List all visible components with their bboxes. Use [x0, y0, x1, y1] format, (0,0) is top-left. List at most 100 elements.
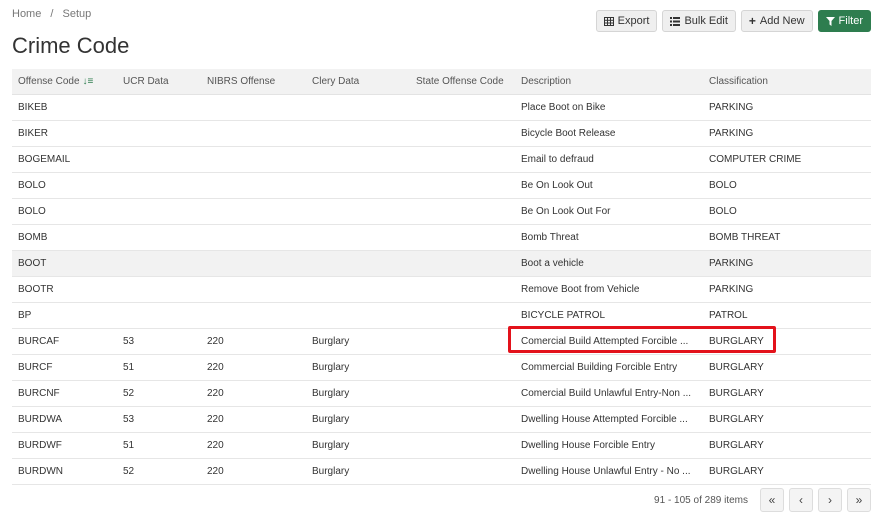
- table-row[interactable]: BURCF 51 220 Burglary Commercial Building Fo…: [12, 354, 871, 381]
- table-header-row: Offense Code ↓≡ UCR Data NIBRS Offense Cl…: [12, 69, 871, 95]
- cell-clery-data: [306, 94, 410, 121]
- cell-nibrs-offense: [201, 250, 306, 277]
- cell-offense-code: BURCNF: [12, 380, 117, 407]
- cell-ucr-data: 53: [117, 328, 201, 355]
- cell-nibrs-offense: [201, 224, 306, 251]
- cell-offense-code: BURDWF: [12, 432, 117, 459]
- column-header-nibrs-offense[interactable]: NIBRS Offense: [201, 69, 306, 95]
- table-row[interactable]: BURDWA 53 220 Burglary Dwelling House Attemp…: [12, 406, 871, 433]
- cell-nibrs-offense: [201, 172, 306, 199]
- cell-nibrs-offense: 220: [201, 380, 306, 407]
- cell-description: Dwelling House Forcible Entry: [515, 432, 703, 459]
- cell-clery-data: [306, 302, 410, 329]
- cell-state-offense-code: [410, 380, 515, 407]
- breadcrumb-separator: /: [50, 8, 54, 20]
- table-row[interactable]: BIKEB Place Boot on Bike PARKING: [12, 94, 871, 121]
- cell-state-offense-code: [410, 354, 515, 381]
- table-row[interactable]: BURCNF 52 220 Burglary Comercial Build Unlaw…: [12, 380, 871, 407]
- list-icon: [670, 16, 681, 26]
- pagination: 91 - 105 of 289 items « ‹ › »: [654, 488, 871, 512]
- table-row[interactable]: BURCAF 53 220 Burglary Comercial Build Attem…: [12, 328, 871, 355]
- column-header-description[interactable]: Description: [515, 69, 703, 95]
- cell-offense-code: BURCF: [12, 354, 117, 381]
- cell-nibrs-offense: [201, 276, 306, 303]
- filter-button[interactable]: Filter: [817, 10, 871, 32]
- cell-classification: PARKING: [703, 276, 871, 303]
- table-icon: [603, 16, 614, 26]
- cell-state-offense-code: [410, 120, 515, 147]
- cell-ucr-data: 51: [117, 432, 201, 459]
- table-row[interactable]: BURDWF 51 220 Burglary Dwelling House Forcib…: [12, 432, 871, 459]
- cell-description: Be On Look Out For: [515, 198, 703, 225]
- sort-ascending-icon[interactable]: ↓≡: [83, 76, 94, 87]
- cell-offense-code: BOOT: [12, 250, 117, 277]
- breadcrumb-home[interactable]: Home: [12, 8, 41, 20]
- cell-description: Bomb Threat: [515, 224, 703, 251]
- cell-clery-data: Burglary: [306, 380, 410, 407]
- cell-ucr-data: [117, 146, 201, 173]
- table-row[interactable]: BURDWN 52 220 Burglary Dwelling House Unlawf…: [12, 458, 871, 485]
- next-page-button[interactable]: ›: [818, 488, 842, 512]
- cell-classification: BURGLARY: [703, 458, 871, 485]
- breadcrumb-current[interactable]: Setup: [63, 8, 92, 20]
- cell-description: BICYCLE PATROL: [515, 302, 703, 329]
- cell-ucr-data: [117, 198, 201, 225]
- column-header-state-offense-code[interactable]: State Offense Code: [410, 69, 515, 95]
- cell-state-offense-code: [410, 328, 515, 355]
- cell-clery-data: [306, 250, 410, 277]
- table-row[interactable]: BP BICYCLE PATROL PATROL: [12, 302, 871, 329]
- cell-description: Bicycle Boot Release: [515, 120, 703, 147]
- bulk-edit-button[interactable]: Bulk Edit: [662, 10, 736, 32]
- toolbar: Export Bulk Edit + Add New Filter: [595, 10, 871, 32]
- add-new-label: Add New: [759, 15, 805, 27]
- cell-state-offense-code: [410, 406, 515, 433]
- cell-description: Email to defraud: [515, 146, 703, 173]
- cell-offense-code: BIKEB: [12, 94, 117, 121]
- cell-offense-code: BURCAF: [12, 328, 117, 355]
- first-page-button[interactable]: «: [760, 488, 784, 512]
- add-new-button[interactable]: + Add New: [740, 10, 813, 32]
- table-row[interactable]: BOOT Boot a vehicle PARKING: [12, 250, 871, 277]
- cell-ucr-data: [117, 224, 201, 251]
- cell-offense-code: BIKER: [12, 120, 117, 147]
- cell-nibrs-offense: [201, 302, 306, 329]
- table-row[interactable]: BOOTR Remove Boot from Vehicle PARKING: [12, 276, 871, 303]
- column-header-clery-data[interactable]: Clery Data: [306, 69, 410, 95]
- cell-state-offense-code: [410, 198, 515, 225]
- column-header-offense-code[interactable]: Offense Code ↓≡: [12, 69, 117, 95]
- cell-classification: BURGLARY: [703, 354, 871, 381]
- cell-classification: COMPUTER CRIME: [703, 146, 871, 173]
- column-header-classification[interactable]: Classification: [703, 69, 871, 95]
- plus-icon: +: [748, 14, 756, 28]
- cell-description: Place Boot on Bike: [515, 94, 703, 121]
- cell-ucr-data: [117, 120, 201, 147]
- cell-offense-code: BURDWA: [12, 406, 117, 433]
- cell-clery-data: [306, 146, 410, 173]
- cell-classification: PARKING: [703, 250, 871, 277]
- funnel-icon: [825, 16, 835, 26]
- table-row[interactable]: BIKER Bicycle Boot Release PARKING: [12, 120, 871, 147]
- cell-clery-data: Burglary: [306, 458, 410, 485]
- cell-state-offense-code: [410, 224, 515, 251]
- cell-description: Dwelling House Unlawful Entry - No ...: [515, 458, 703, 485]
- cell-description: Remove Boot from Vehicle: [515, 276, 703, 303]
- table-row[interactable]: BOLO Be On Look Out BOLO: [12, 172, 871, 199]
- cell-ucr-data: 53: [117, 406, 201, 433]
- page-title: Crime Code: [12, 33, 130, 58]
- cell-clery-data: [306, 172, 410, 199]
- previous-page-button[interactable]: ‹: [789, 488, 813, 512]
- cell-nibrs-offense: [201, 120, 306, 147]
- column-header-ucr-data[interactable]: UCR Data: [117, 69, 201, 95]
- breadcrumb: Home / Setup: [12, 8, 91, 20]
- cell-offense-code: BOLO: [12, 198, 117, 225]
- table-row[interactable]: BOLO Be On Look Out For BOLO: [12, 198, 871, 225]
- cell-classification: BOMB THREAT: [703, 224, 871, 251]
- last-page-button[interactable]: »: [847, 488, 871, 512]
- cell-clery-data: Burglary: [306, 432, 410, 459]
- cell-classification: PARKING: [703, 120, 871, 147]
- cell-state-offense-code: [410, 302, 515, 329]
- cell-classification: PATROL: [703, 302, 871, 329]
- export-button[interactable]: Export: [595, 10, 658, 32]
- table-row[interactable]: BOGEMAIL Email to defraud COMPUTER CRIME: [12, 146, 871, 173]
- table-row[interactable]: BOMB Bomb Threat BOMB THREAT: [12, 224, 871, 251]
